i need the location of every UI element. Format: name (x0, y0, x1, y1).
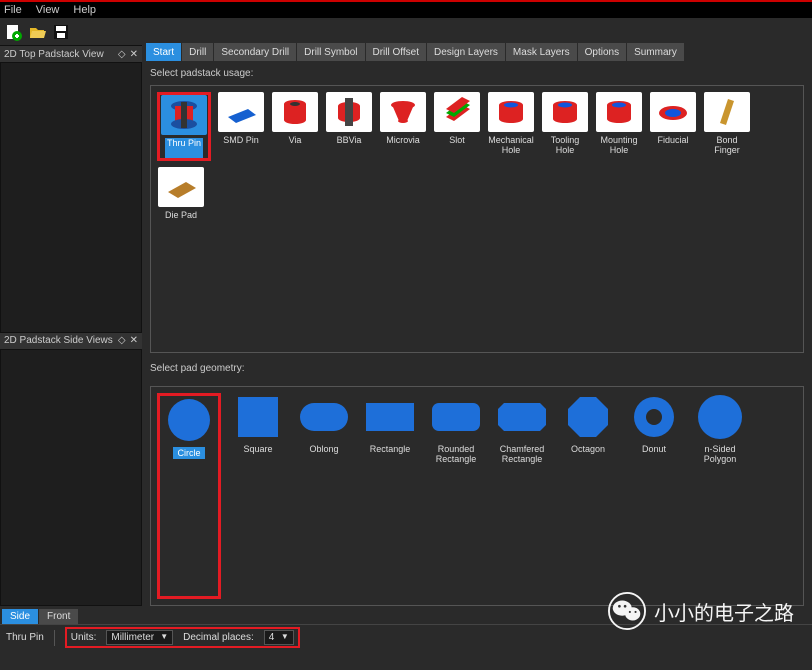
usage-smd-pin[interactable]: SMD Pin (217, 92, 265, 161)
menu-bar: File View Help (0, 0, 812, 18)
geom-label-octagon: Octagon (571, 444, 605, 454)
highlight-usage: Thru Pin (157, 92, 211, 161)
usage-fiducial[interactable]: Fiducial (649, 92, 697, 161)
geom-label-rounded-rectangle: Rounded Rectangle (427, 444, 485, 464)
geom-rounded-rectangle[interactable]: Rounded Rectangle (427, 393, 485, 599)
usage-bbvia[interactable]: BBVia (325, 92, 373, 161)
usage-thru-pin[interactable]: Thru Pin (160, 95, 208, 158)
panel-close-icon[interactable]: ✕ (130, 49, 138, 60)
usage-label: Select padstack usage: (150, 68, 804, 79)
usage-slot[interactable]: Slot (433, 92, 481, 161)
panel-header-top: 2D Top Padstack View ◇ ✕ (0, 46, 142, 62)
tab-mask-layers[interactable]: Mask Layers (506, 43, 577, 61)
highlight-geom: Circle (157, 393, 221, 599)
watermark-text: 小小的电子之路 (654, 597, 794, 626)
new-icon[interactable] (2, 21, 24, 43)
geom-circle[interactable]: Circle (160, 396, 218, 459)
save-icon[interactable] (50, 21, 72, 43)
panel-close-icon[interactable]: ✕ (130, 335, 138, 346)
geom-label-donut: Donut (642, 444, 666, 454)
tab-design-layers[interactable]: Design Layers (427, 43, 505, 61)
decimals-dropdown[interactable]: 4 (264, 630, 294, 645)
geom-label-square: Square (243, 444, 272, 454)
usage-mechanical-hole[interactable]: Mechanical Hole (487, 92, 535, 161)
panel-pin-icon[interactable]: ◇ (118, 49, 126, 60)
usage-label-fiducial: Fiducial (657, 135, 688, 155)
usage-label-bond-finger: Bond Finger (703, 135, 751, 155)
left-column: 2D Top Padstack View ◇ ✕ 2D Padstack Sid… (0, 46, 142, 606)
panel-body-side (0, 349, 142, 606)
content-area: Select padstack usage: Thru Pin SMD Pin … (142, 62, 812, 606)
geom-nsided-polygon[interactable]: n-Sided Polygon (691, 393, 749, 599)
units-dropdown[interactable]: Millimeter (106, 630, 173, 645)
geom-label: Select pad geometry: (150, 363, 804, 374)
panel-title-top: 2D Top Padstack View (4, 49, 104, 60)
geom-grid: Circle Square Oblong Rectangle Roun (150, 386, 804, 606)
units-label: Units: (71, 632, 97, 643)
usage-label-microvia: Microvia (386, 135, 420, 155)
tab-start[interactable]: Start (146, 43, 181, 61)
usage-label-die-pad: Die Pad (165, 210, 197, 230)
bottom-tab-front[interactable]: Front (39, 609, 78, 624)
usage-label-slot: Slot (449, 135, 465, 155)
geom-oblong[interactable]: Oblong (295, 393, 353, 599)
geom-square[interactable]: Square (229, 393, 287, 599)
tabs-row: Start Drill Secondary Drill Drill Symbol… (142, 42, 812, 62)
geom-chamfered-rectangle[interactable]: Chamfered Rectangle (493, 393, 551, 599)
panel-title-side: 2D Padstack Side Views (4, 335, 113, 346)
status-type: Thru Pin (6, 632, 44, 643)
menu-help[interactable]: Help (73, 4, 96, 16)
highlight-status: Units: Millimeter Decimal places: 4 (65, 627, 300, 648)
geom-label-circle: Circle (173, 447, 204, 459)
usage-label-smd-pin: SMD Pin (223, 135, 259, 155)
geom-label-rectangle: Rectangle (370, 444, 411, 454)
usage-label-thru-pin: Thru Pin (165, 138, 203, 158)
panel-pin-icon[interactable]: ◇ (118, 335, 126, 346)
geom-label-chamfered-rectangle: Chamfered Rectangle (493, 444, 551, 464)
usage-via[interactable]: Via (271, 92, 319, 161)
tab-drill[interactable]: Drill (182, 43, 213, 61)
panel-body-top (0, 62, 142, 333)
main-layout: 2D Top Padstack View ◇ ✕ 2D Padstack Sid… (0, 46, 812, 606)
tab-secondary-drill[interactable]: Secondary Drill (214, 43, 296, 61)
usage-microvia[interactable]: Microvia (379, 92, 427, 161)
geom-octagon[interactable]: Octagon (559, 393, 617, 599)
geom-label-oblong: Oblong (309, 444, 338, 454)
geom-donut[interactable]: Donut (625, 393, 683, 599)
menu-view[interactable]: View (36, 4, 60, 16)
usage-tooling-hole[interactable]: Tooling Hole (541, 92, 589, 161)
tab-drill-symbol[interactable]: Drill Symbol (297, 43, 364, 61)
separator (54, 630, 55, 646)
panel-header-side: 2D Padstack Side Views ◇ ✕ (0, 333, 142, 349)
right-column: Start Drill Secondary Drill Drill Symbol… (142, 46, 812, 606)
usage-mounting-hole[interactable]: Mounting Hole (595, 92, 643, 161)
usage-grid: Thru Pin SMD Pin Via BBVia Microvia (150, 85, 804, 353)
geom-rectangle[interactable]: Rectangle (361, 393, 419, 599)
usage-die-pad[interactable]: Die Pad (157, 167, 205, 230)
usage-label-mechanical-hole: Mechanical Hole (487, 135, 535, 155)
watermark: 小小的电子之路 (608, 592, 794, 630)
usage-label-tooling-hole: Tooling Hole (541, 135, 589, 155)
wechat-icon (608, 592, 646, 630)
usage-label-bbvia: BBVia (337, 135, 362, 155)
tab-options[interactable]: Options (578, 43, 626, 61)
geom-label-nsided-polygon: n-Sided Polygon (691, 444, 749, 464)
menu-file[interactable]: File (4, 4, 22, 16)
tab-summary[interactable]: Summary (627, 43, 684, 61)
decimals-label: Decimal places: (183, 632, 254, 643)
bottom-tab-side[interactable]: Side (2, 609, 38, 624)
tab-drill-offset[interactable]: Drill Offset (366, 43, 427, 61)
usage-label-mounting-hole: Mounting Hole (595, 135, 643, 155)
usage-bond-finger[interactable]: Bond Finger (703, 92, 751, 161)
usage-label-via: Via (289, 135, 302, 155)
open-icon[interactable] (26, 21, 48, 43)
